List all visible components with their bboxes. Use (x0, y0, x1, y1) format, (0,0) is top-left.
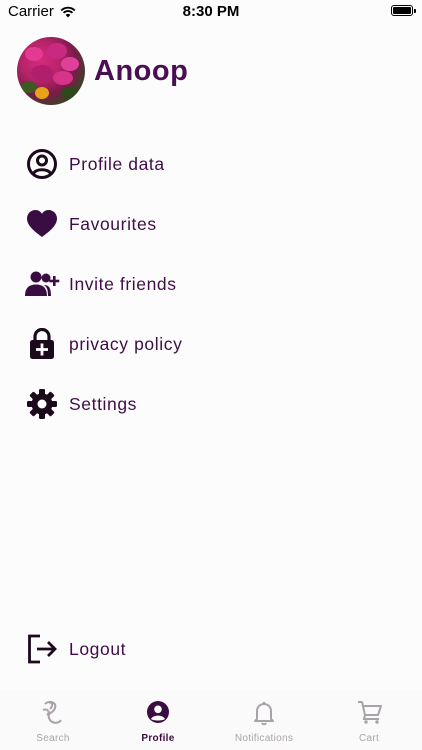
profile-name: Anoop (94, 54, 189, 87)
menu-item-label: privacy policy (69, 333, 183, 354)
cart-icon (357, 700, 382, 724)
menu-item-favourites[interactable]: Favourites (0, 199, 300, 249)
add-person-icon (24, 266, 60, 302)
battery-icon (391, 5, 416, 16)
menu-item-invite-friends[interactable]: Invite friends (0, 259, 300, 309)
logout-icon (24, 631, 60, 667)
bottom-tab-bar: Search Profile Notifications Cart (0, 690, 422, 750)
menu-item-label: Profile data (69, 153, 165, 174)
menu-item-privacy-policy[interactable]: privacy policy (0, 319, 300, 369)
tab-profile[interactable]: Profile (105, 690, 211, 750)
profile-header: Anoop (17, 37, 188, 105)
clock: 8:30 PM (182, 3, 240, 20)
tab-label: Search (36, 733, 70, 744)
tab-label: Profile (141, 733, 175, 744)
gear-icon (24, 386, 60, 422)
lock-plus-icon (24, 326, 60, 362)
account-circle-icon (24, 146, 60, 182)
bell-icon (252, 700, 276, 726)
search-feed-icon (41, 700, 65, 724)
tab-cart[interactable]: Cart (316, 690, 422, 750)
tab-label: Notifications (234, 733, 294, 744)
status-bar: Carrier 8:30 PM (0, 0, 422, 24)
tab-notifications[interactable]: Notifications (211, 690, 317, 750)
menu-item-profile-data[interactable]: Profile data (0, 139, 300, 189)
menu-item-settings[interactable]: Settings (0, 379, 300, 429)
logout-button[interactable]: Logout (0, 624, 300, 674)
logout-label: Logout (69, 638, 127, 659)
heart-icon (24, 206, 60, 242)
menu-item-label: Settings (69, 393, 138, 414)
menu-item-label: Favourites (69, 213, 157, 234)
profile-icon (146, 700, 170, 724)
tab-search[interactable]: Search (0, 690, 106, 750)
tab-label: Cart (358, 733, 380, 744)
menu-item-label: Invite friends (69, 273, 177, 294)
avatar[interactable] (17, 37, 85, 105)
